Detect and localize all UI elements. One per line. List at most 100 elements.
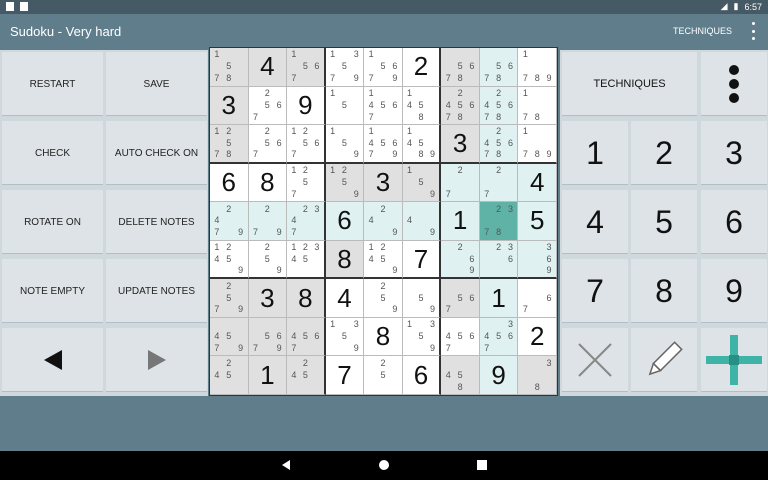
sudoku-cell[interactable]: 9 [287,86,326,126]
sudoku-cell[interactable]: 24 9 [364,202,403,241]
sudoku-cell[interactable]: 14589 [402,125,442,164]
number-button-8[interactable]: 8 [631,259,697,323]
sudoku-cell[interactable]: 8 [325,240,365,280]
sudoku-cell[interactable]: 2 [402,48,442,87]
sudoku-cell[interactable]: 236 [479,240,519,280]
restart-button[interactable]: RESTART [2,52,103,116]
sudoku-cell[interactable]: 458 [441,356,480,395]
sudoku-cell[interactable]: 7 [402,240,442,280]
sudoku-cell[interactable]: 12459 [210,240,249,280]
sudoku-cell[interactable]: 15 [325,86,365,126]
sudoku-cell[interactable]: 245 [210,356,249,395]
sudoku-cell[interactable]: 256 7 [248,86,288,126]
sudoku-cell[interactable]: 6 [325,202,365,241]
sudoku-cell[interactable]: 1 359 [402,317,442,357]
sudoku-cell[interactable]: 4 [518,163,557,203]
save-button[interactable]: SAVE [106,52,207,116]
sudoku-cell[interactable]: 3 [248,279,288,318]
sudoku-cell[interactable]: 3 [364,163,403,203]
sudoku-cell[interactable]: 7 [325,356,365,395]
sudoku-cell[interactable]: 1458 [402,86,442,126]
sudoku-cell[interactable]: 1456 7 9 [364,125,403,164]
sudoku-cell[interactable]: 59 [402,279,442,318]
sudoku-cell[interactable]: 1789 [518,48,557,87]
sudoku-cell[interactable]: 4 [248,48,288,87]
sudoku-cell[interactable]: 9 [479,356,519,395]
menu-button[interactable] [701,52,767,116]
number-button-3[interactable]: 3 [701,121,767,185]
update-notes-button[interactable]: UPDATE NOTES [106,259,207,323]
rotate-button[interactable]: ROTATE ON [2,190,103,254]
pencil-button[interactable] [631,328,697,392]
highlight-button[interactable] [701,328,767,392]
sudoku-cell[interactable]: 1 359 [325,317,365,357]
sudoku-cell[interactable]: 457 9 [210,317,249,357]
sudoku-cell[interactable]: 3 [441,125,480,164]
undo-button[interactable] [2,328,103,392]
sudoku-cell[interactable]: 1 [248,356,288,395]
sudoku-cell[interactable]: 1567 [287,48,326,87]
sudoku-cell[interactable]: 1789 [518,125,557,164]
sudoku-cell[interactable]: 12459 [364,240,403,280]
sudoku-cell[interactable]: 2 7 9 [248,202,288,241]
sudoku-cell[interactable]: 123 45 [287,240,326,280]
techniques-menu-button[interactable]: TECHNIQUES [673,26,732,36]
sudoku-cell[interactable]: 156 7 9 [364,48,403,87]
number-button-4[interactable]: 4 [562,190,628,254]
number-button-5[interactable]: 5 [631,190,697,254]
check-button[interactable]: CHECK [2,121,103,185]
sudoku-cell[interactable]: 2456 78 [479,86,519,126]
number-button-6[interactable]: 6 [701,190,767,254]
sudoku-cell[interactable]: 6 [402,356,442,395]
sudoku-cell[interactable]: 1 [479,279,519,318]
home-icon[interactable] [378,459,390,471]
sudoku-cell[interactable]: 1 [441,202,480,241]
sudoku-cell[interactable]: 1 357 9 [325,48,365,87]
techniques-button[interactable]: TECHNIQUES [562,52,697,116]
sudoku-cell[interactable]: 257 9 [210,279,249,318]
sudoku-cell[interactable]: 23 78 [479,202,519,241]
sudoku-cell[interactable]: 259 [248,240,288,280]
redo-button[interactable] [106,328,207,392]
sudoku-cell[interactable]: 1578 [210,48,249,87]
sudoku-cell[interactable]: 456 7 [441,317,480,357]
sudoku-cell[interactable]: 27 [479,163,519,203]
sudoku-cell[interactable]: 247 9 [210,202,249,241]
note-empty-button[interactable]: NOTE EMPTY [2,259,103,323]
sudoku-cell[interactable]: 1257 [287,163,326,203]
sudoku-cell[interactable]: 259 [364,279,403,318]
sudoku-cell[interactable]: 8 [364,317,403,357]
sudoku-cell[interactable]: 456 7 [287,317,326,357]
number-button-2[interactable]: 2 [631,121,697,185]
recents-icon[interactable] [476,459,488,471]
sudoku-cell[interactable]: 2456 78 [441,86,480,126]
delete-notes-button[interactable]: DELETE NOTES [106,190,207,254]
sudoku-cell[interactable]: 23 47 [287,202,326,241]
sudoku-cell[interactable]: 269 [441,240,480,280]
back-icon[interactable] [280,459,292,471]
sudoku-cell[interactable]: 1 78 [518,86,557,126]
sudoku-cell[interactable]: 2456 78 [479,125,519,164]
sudoku-cell[interactable]: 159 [402,163,442,203]
sudoku-cell[interactable]: 245 [287,356,326,395]
number-button-7[interactable]: 7 [562,259,628,323]
number-button-9[interactable]: 9 [701,259,767,323]
sudoku-cell[interactable]: 1259 [325,163,365,203]
sudoku-cell[interactable]: 56 78 [441,48,480,87]
sudoku-cell[interactable]: 56 7 9 [248,317,288,357]
sudoku-cell[interactable]: 49 [402,202,442,241]
sudoku-cell[interactable]: 159 [325,125,365,164]
sudoku-cell[interactable]: 256 7 [248,125,288,164]
sudoku-cell[interactable]: 8 [287,279,326,318]
sudoku-cell[interactable]: 8 [248,163,288,203]
sudoku-cell[interactable]: 3 [210,86,249,126]
sudoku-cell[interactable]: 25 [364,356,403,395]
sudoku-cell[interactable]: 2 [518,317,557,357]
auto-check-button[interactable]: AUTO CHECK ON [106,121,207,185]
sudoku-cell[interactable]: 5 [518,202,557,241]
sudoku-cell[interactable]: 56 7 [441,279,480,318]
sudoku-cell[interactable]: 4 [325,279,365,318]
sudoku-cell[interactable]: 56 78 [479,48,519,87]
overflow-menu-icon[interactable] [750,22,756,40]
sudoku-cell[interactable]: 67 [518,279,557,318]
